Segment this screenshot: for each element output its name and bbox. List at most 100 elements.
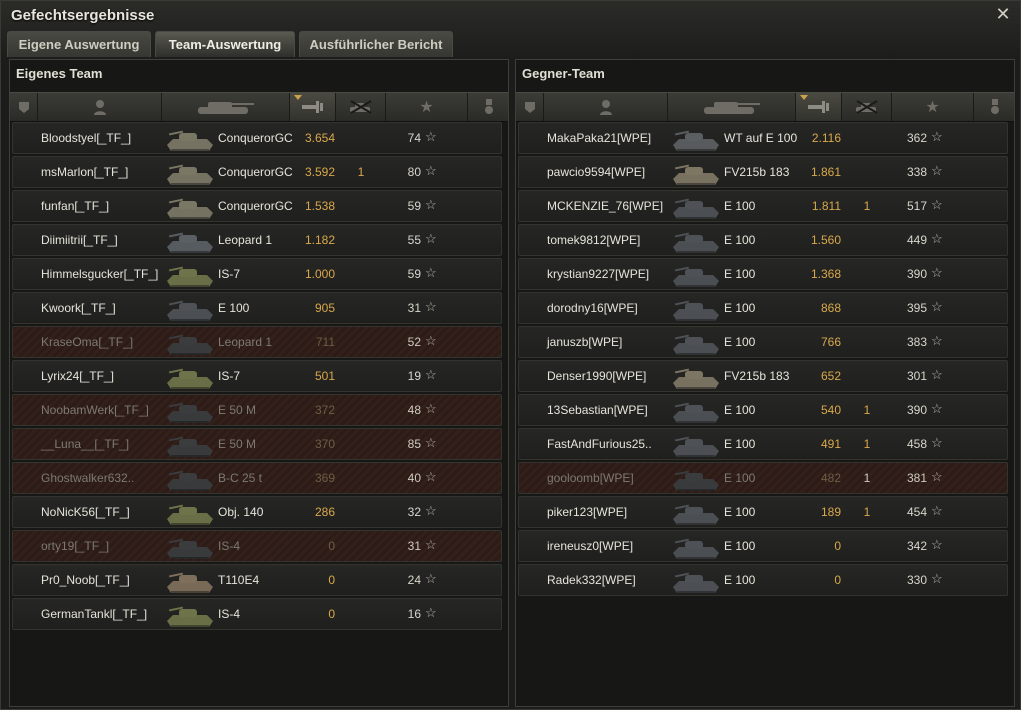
- xp-value: 362: [906, 131, 927, 145]
- column-header-xp-star[interactable]: ★: [386, 93, 468, 121]
- tank-name: E 100: [724, 539, 756, 553]
- xp-value: 85: [407, 437, 421, 451]
- damage-value: 286: [314, 505, 335, 519]
- tank-icon: [163, 463, 215, 495]
- xp-star-icon: ☆: [931, 401, 943, 416]
- column-header-kills[interactable]: [336, 93, 386, 121]
- column-header-squad[interactable]: [10, 93, 38, 121]
- tab-team-auswertung[interactable]: Team-Auswertung: [155, 31, 295, 57]
- player-row[interactable]: dorodny16[WPE] E 100 868 395 ☆: [518, 292, 1008, 324]
- damage-value: 1.368: [810, 267, 841, 281]
- player-icon: [599, 99, 613, 115]
- player-row[interactable]: Denser1990[WPE] FV215b 183 652 301 ☆: [518, 360, 1008, 392]
- player-name: pawcio9594[WPE]: [547, 165, 646, 179]
- medal-icon: [990, 99, 1000, 115]
- xp-value: 390: [906, 267, 927, 281]
- column-header-kills[interactable]: [842, 93, 892, 121]
- damage-value: 1.182: [304, 233, 335, 247]
- player-name: KraseOma[_TF_]: [41, 335, 134, 349]
- damage-value: 905: [314, 301, 335, 315]
- player-row[interactable]: Radek332[WPE] E 100 0 330 ☆: [518, 564, 1008, 596]
- column-header-damage[interactable]: [796, 93, 842, 121]
- player-row[interactable]: Diimiitrii[_TF_] Leopard 1 1.182 55 ☆: [12, 224, 502, 256]
- damage-value: 868: [820, 301, 841, 315]
- player-row[interactable]: januszb[WPE] E 100 766 383 ☆: [518, 326, 1008, 358]
- xp-value: 517: [906, 199, 927, 213]
- player-name: krystian9227[WPE]: [547, 267, 650, 281]
- player-name: __Luna__[_TF_]: [41, 437, 130, 451]
- xp-star-icon: ☆: [425, 537, 437, 552]
- player-row[interactable]: ireneusz0[WPE] E 100 0 342 ☆: [518, 530, 1008, 562]
- player-row[interactable]: gooloomb[WPE] E 100 482 1 381 ☆: [518, 462, 1008, 494]
- xp-star-icon: ☆: [931, 299, 943, 314]
- tank-name: E 100: [724, 505, 756, 519]
- tank-name: IS-4: [218, 539, 241, 553]
- column-header-player[interactable]: [38, 93, 162, 121]
- player-row[interactable]: msMarlon[_TF_] ConquerorGC 3.592 1 80 ☆: [12, 156, 502, 188]
- player-row[interactable]: Pr0_Noob[_TF_] T110E4 0 24 ☆: [12, 564, 502, 596]
- player-row[interactable]: funfan[_TF_] ConquerorGC 1.538 59 ☆: [12, 190, 502, 222]
- tank-icon: [669, 361, 721, 393]
- column-header-tank[interactable]: [668, 93, 796, 121]
- tank-icon: [163, 531, 215, 563]
- xp-star-icon: ☆: [425, 503, 437, 518]
- xp-value: 338: [906, 165, 927, 179]
- close-icon[interactable]: ✕: [994, 5, 1012, 23]
- column-header-player[interactable]: [544, 93, 668, 121]
- tank-icon: [163, 599, 215, 631]
- player-row[interactable]: Ghostwalker632.. B-C 25 t 369 40 ☆: [12, 462, 502, 494]
- tank-name: FV215b 183: [724, 369, 790, 383]
- player-name: piker123[WPE]: [547, 505, 628, 519]
- player-row[interactable]: pawcio9594[WPE] FV215b 183 1.861 338 ☆: [518, 156, 1008, 188]
- player-row[interactable]: piker123[WPE] E 100 189 1 454 ☆: [518, 496, 1008, 528]
- xp-star-icon: ☆: [425, 265, 437, 280]
- tank-icon: [669, 259, 721, 291]
- xp-star-icon: ☆: [931, 503, 943, 518]
- tank-icon: [669, 429, 721, 461]
- column-header-damage[interactable]: [290, 93, 336, 121]
- player-row[interactable]: Lyrix24[_TF_] IS-7 501 19 ☆: [12, 360, 502, 392]
- player-row[interactable]: NoobamWerk[_TF_] E 50 M 372 48 ☆: [12, 394, 502, 426]
- column-header-xp-star[interactable]: ★: [892, 93, 974, 121]
- column-header-squad[interactable]: [516, 93, 544, 121]
- tank-icon: [669, 191, 721, 223]
- player-name: Radek332[WPE]: [547, 573, 636, 587]
- xp-value: 330: [906, 573, 927, 587]
- column-header-medal[interactable]: [468, 93, 510, 121]
- player-row[interactable]: krystian9227[WPE] E 100 1.368 390 ☆: [518, 258, 1008, 290]
- player-row[interactable]: tomek9812[WPE] E 100 1.560 449 ☆: [518, 224, 1008, 256]
- column-header-medal[interactable]: [974, 93, 1016, 121]
- column-header-tank[interactable]: [162, 93, 290, 121]
- xp-value: 52: [407, 335, 421, 349]
- player-row[interactable]: KraseOma[_TF_] Leopard 1 711 52 ☆: [12, 326, 502, 358]
- tab-ausfuehrlicher-bericht[interactable]: Ausführlicher Bericht: [299, 31, 453, 57]
- damage-value: 501: [314, 369, 335, 383]
- player-row[interactable]: GermanTankl[_TF_] IS-4 0 16 ☆: [12, 598, 502, 630]
- tank-name: ConquerorGC: [218, 131, 293, 145]
- xp-star-icon: ☆: [931, 367, 943, 382]
- player-row[interactable]: MCKENZIE_76[WPE] E 100 1.811 1 517 ☆: [518, 190, 1008, 222]
- player-row[interactable]: __Luna__[_TF_] E 50 M 370 85 ☆: [12, 428, 502, 460]
- player-row[interactable]: Bloodstyel[_TF_] ConquerorGC 3.654 74 ☆: [12, 122, 502, 154]
- tab-eigene-auswertung[interactable]: Eigene Auswertung: [7, 31, 151, 57]
- player-row[interactable]: FastAndFurious25.. E 100 491 1 458 ☆: [518, 428, 1008, 460]
- player-name: gooloomb[WPE]: [547, 471, 634, 485]
- xp-star-icon: ☆: [425, 401, 437, 416]
- xp-star-icon: ☆: [425, 571, 437, 586]
- player-name: ireneusz0[WPE]: [547, 539, 634, 553]
- player-row[interactable]: NoNicK56[_TF_] Obj. 140 286 32 ☆: [12, 496, 502, 528]
- player-row[interactable]: Kwoork[_TF_] E 100 905 31 ☆: [12, 292, 502, 324]
- xp-value: 31: [407, 301, 421, 315]
- player-row[interactable]: Himmelsgucker[_TF_] IS-7 1.000 59 ☆: [12, 258, 502, 290]
- player-row[interactable]: orty19[_TF_] IS-4 0 31 ☆: [12, 530, 502, 562]
- tank-icon: [163, 157, 215, 189]
- xp-star-icon: ☆: [425, 469, 437, 484]
- player-name: MCKENZIE_76[WPE]: [547, 199, 664, 213]
- tank-icon: [196, 98, 256, 116]
- xp-star-icon: ☆: [931, 537, 943, 552]
- tank-name: E 100: [724, 437, 756, 451]
- player-row[interactable]: 13Sebastian[WPE] E 100 540 1 390 ☆: [518, 394, 1008, 426]
- player-row[interactable]: MakaPaka21[WPE] WT auf E 100 2.116 362 ☆: [518, 122, 1008, 154]
- player-name: tomek9812[WPE]: [547, 233, 641, 247]
- xp-star-icon: ☆: [931, 129, 943, 144]
